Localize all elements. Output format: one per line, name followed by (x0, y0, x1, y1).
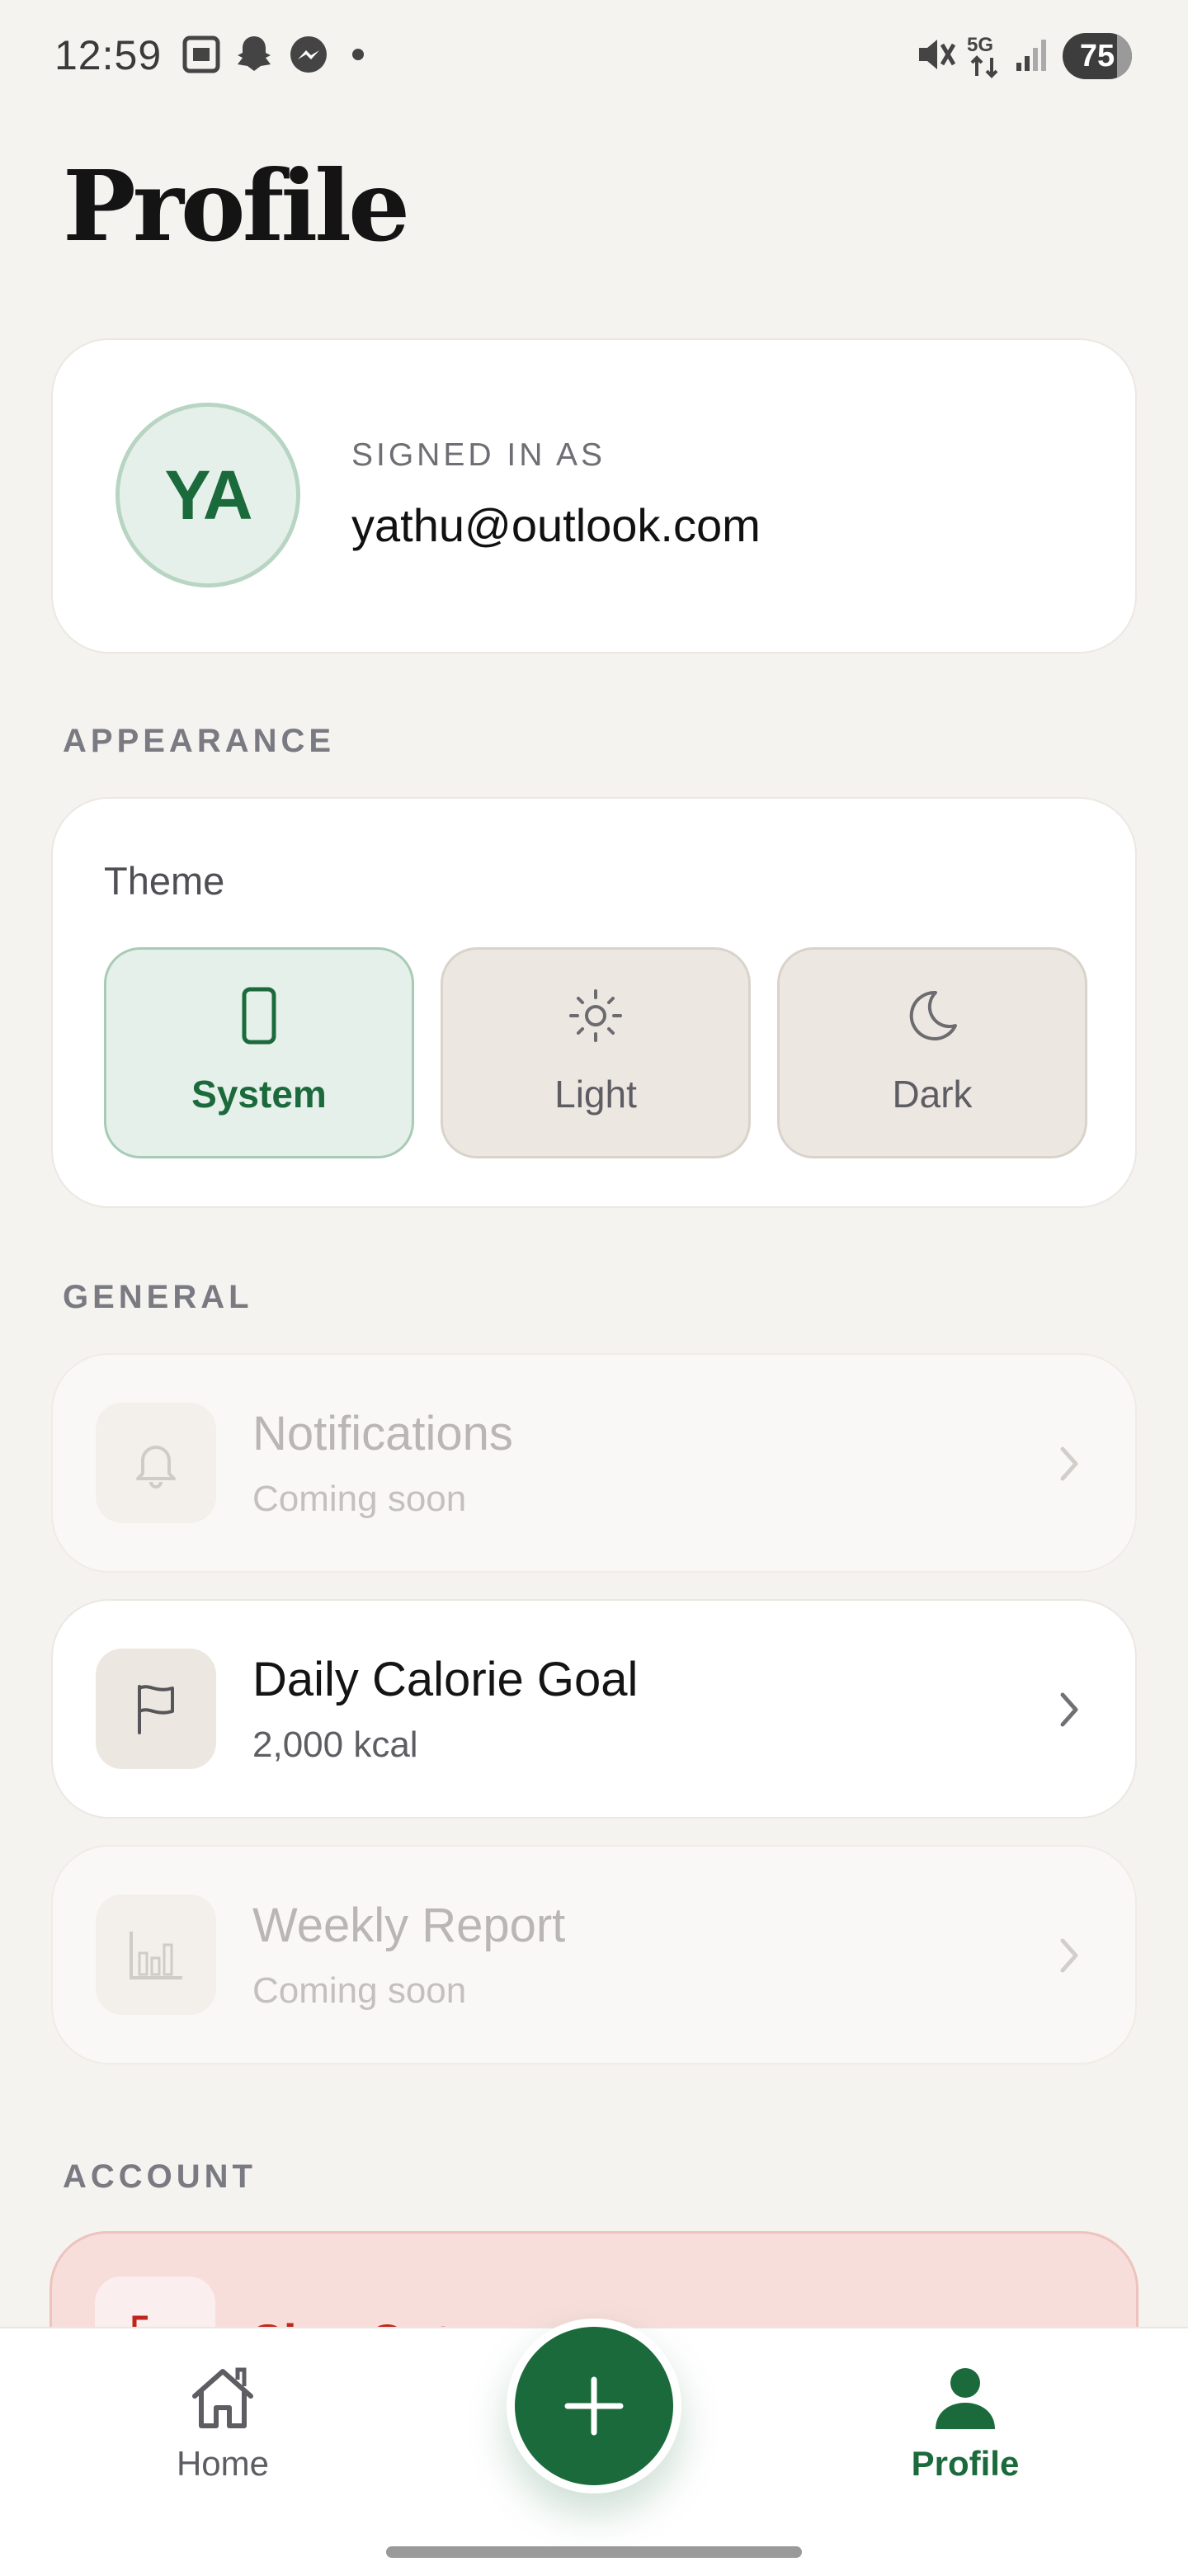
theme-option-light[interactable]: Light (441, 947, 751, 1158)
row-icon-box (96, 1403, 216, 1523)
phone-icon (241, 986, 277, 1045)
theme-option-system[interactable]: System (104, 947, 414, 1158)
add-button[interactable] (507, 2319, 681, 2493)
svg-text:5G: 5G (967, 34, 993, 56)
battery-indicator: 75 (1063, 33, 1132, 79)
battery-level: 75 (1079, 39, 1115, 73)
sun-icon (566, 986, 625, 1045)
page-title: Profile (63, 149, 410, 263)
nav-home-label: Home (176, 2444, 270, 2483)
appearance-section-label: APPEARANCE (63, 723, 336, 759)
row-subtitle: Coming soon (252, 1970, 467, 2011)
theme-label: Theme (104, 859, 225, 903)
nav-profile-label: Profile (911, 2444, 1020, 2483)
theme-option-label: Light (554, 1073, 637, 1116)
theme-card: Theme System Light Dark (51, 797, 1137, 1208)
signed-in-label: SIGNED IN AS (351, 437, 606, 473)
screenshot-icon (182, 31, 221, 78)
snapchat-icon (233, 31, 276, 78)
home-indicator (386, 2546, 802, 2558)
signal-icon (1013, 31, 1053, 78)
account-email: yathu@outlook.com (351, 499, 761, 551)
theme-option-dark[interactable]: Dark (777, 947, 1087, 1158)
home-icon (132, 2363, 314, 2432)
daily-calorie-goal-row[interactable]: Daily Calorie Goal 2,000 kcal (51, 1599, 1137, 1819)
mute-icon (914, 31, 957, 78)
status-time: 12:59 (54, 32, 163, 78)
row-title: Daily Calorie Goal (252, 1653, 639, 1706)
weekly-report-row: Weekly Report Coming soon (51, 1845, 1137, 2064)
chevron-right-icon (1053, 1687, 1086, 1733)
dot-icon (351, 48, 365, 61)
person-icon (874, 2363, 1056, 2432)
nav-profile[interactable]: Profile (874, 2363, 1056, 2484)
messenger-icon (287, 31, 330, 78)
row-title: Notifications (252, 1407, 513, 1460)
row-title: Weekly Report (252, 1899, 566, 1952)
general-section-label: GENERAL (63, 1279, 253, 1315)
account-card: YA SIGNED IN AS yathu@outlook.com (51, 338, 1137, 653)
avatar: YA (116, 403, 300, 587)
theme-option-label: System (191, 1073, 327, 1116)
moon-icon (903, 986, 962, 1045)
row-subtitle: Coming soon (252, 1479, 467, 1519)
row-subtitle: 2,000 kcal (252, 1724, 418, 1765)
theme-option-label: Dark (892, 1073, 973, 1116)
add-button-circle (515, 2327, 673, 2485)
row-icon-box (96, 1894, 216, 2015)
chevron-right-icon (1053, 1932, 1086, 1979)
status-bar: 12:59 5G 75 (0, 0, 1188, 112)
5g-icon: 5G (964, 31, 1006, 81)
notifications-row: Notifications Coming soon (51, 1353, 1137, 1573)
account-section-label: ACCOUNT (63, 2158, 257, 2195)
row-icon-box (96, 1649, 216, 1769)
nav-home[interactable]: Home (132, 2363, 314, 2484)
chevron-right-icon (1053, 1441, 1086, 1487)
